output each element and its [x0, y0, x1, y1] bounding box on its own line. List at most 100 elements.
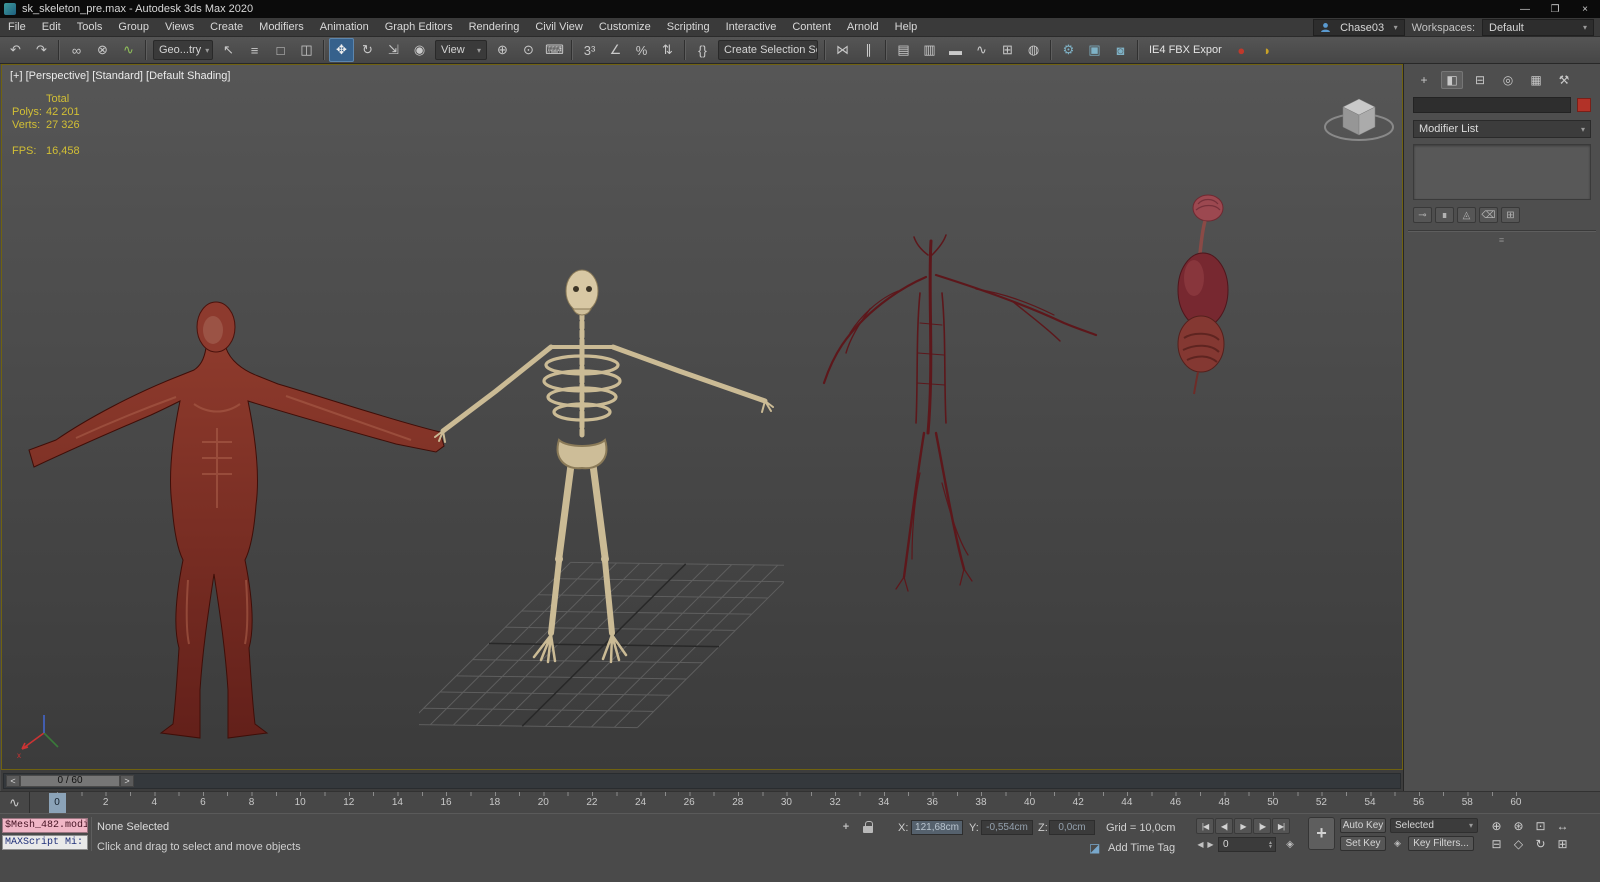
configure-modifier-sets-icon[interactable]: ⊞ — [1501, 207, 1520, 223]
restore-button[interactable]: ❐ — [1540, 0, 1570, 18]
tab-display[interactable]: ▦ — [1525, 71, 1547, 89]
modifier-list-dropdown[interactable]: Modifier List ▾ — [1413, 120, 1591, 138]
zoom-all-icon[interactable]: ⊛ — [1508, 817, 1529, 834]
modifier-stack[interactable] — [1413, 144, 1591, 200]
snaps-toggle-icon[interactable]: 3³ — [577, 38, 602, 62]
show-end-result-icon[interactable]: ∎ — [1435, 207, 1454, 223]
model-vascular-system[interactable] — [816, 233, 1106, 595]
menu-rendering[interactable]: Rendering — [461, 18, 528, 37]
redo-icon[interactable]: ↷ — [29, 38, 54, 62]
tab-modify[interactable]: ◧ — [1441, 71, 1463, 89]
schematic-view-icon[interactable]: ⊞ — [995, 38, 1020, 62]
workspace-dropdown[interactable]: Default ▾ — [1482, 19, 1594, 36]
model-muscle-figure[interactable] — [16, 300, 456, 745]
key-filters-button[interactable]: Key Filters... — [1408, 836, 1474, 851]
menu-modifiers[interactable]: Modifiers — [251, 18, 312, 37]
maxscript-listener-line2[interactable]: MAXScript Mi: — [2, 835, 88, 850]
previous-frame-button[interactable]: ◀| — [1215, 818, 1233, 834]
custom-script-icon[interactable]: ◗ — [1255, 38, 1280, 62]
key-step-forward-icon[interactable]: ▶ — [1206, 837, 1215, 852]
keyboard-override-icon[interactable]: ⌨ — [542, 38, 567, 62]
current-frame-field[interactable]: 0 ▲ ▼ — [1218, 837, 1276, 852]
menu-animation[interactable]: Animation — [312, 18, 377, 37]
maximize-viewport-icon[interactable]: ⊞ — [1552, 835, 1573, 852]
view-cube[interactable] — [1321, 85, 1397, 157]
zoom-extents-icon[interactable]: ⊡ — [1530, 817, 1551, 834]
next-frame-arrow[interactable]: > — [120, 774, 134, 787]
object-name-field[interactable] — [1413, 97, 1571, 113]
transform-gizmo-toggle-icon[interactable]: + — [837, 819, 855, 835]
close-button[interactable]: × — [1570, 0, 1600, 18]
select-and-move-icon[interactable]: ✥ — [329, 38, 354, 62]
play-button[interactable]: ▶ — [1234, 818, 1252, 834]
zoom-region-icon[interactable]: ⊟ — [1486, 835, 1507, 852]
perspective-viewport[interactable]: [+] [Perspective] [Standard] [Default Sh… — [1, 64, 1403, 770]
spinner-snap-icon[interactable]: ⇅ — [655, 38, 680, 62]
time-slider-track[interactable]: < 0 / 60 > — [3, 772, 1401, 789]
pin-stack-icon[interactable]: ⊸ — [1413, 207, 1432, 223]
unlink-selection-icon[interactable]: ⊗ — [90, 38, 115, 62]
angle-snap-icon[interactable]: ∠ — [603, 38, 628, 62]
maxscript-listener-line1[interactable]: $Mesh_482.modi: — [2, 818, 88, 833]
window-crossing-icon[interactable]: ◫ — [294, 38, 319, 62]
rectangular-selection-icon[interactable]: □ — [268, 38, 293, 62]
scene-explorer-icon[interactable]: ▤ — [891, 38, 916, 62]
ribbon-toggle-icon[interactable]: ▬ — [943, 38, 968, 62]
set-key-button[interactable]: Set Key — [1340, 836, 1386, 851]
undo-icon[interactable]: ↶ — [3, 38, 28, 62]
select-and-link-icon[interactable]: ∞ — [64, 38, 89, 62]
key-selection-dropdown[interactable]: Selected ▾ — [1390, 818, 1478, 833]
menu-civil-view[interactable]: Civil View — [527, 18, 590, 37]
viewport-label[interactable]: [+] [Perspective] [Standard] [Default Sh… — [10, 70, 230, 82]
previous-frame-arrow[interactable]: < — [6, 774, 20, 787]
bind-to-space-warp-icon[interactable]: ∿ — [116, 38, 141, 62]
reference-coordinate-dropdown[interactable]: View ▾ — [435, 40, 487, 60]
menu-tools[interactable]: Tools — [69, 18, 111, 37]
next-frame-button[interactable]: |▶ — [1253, 818, 1271, 834]
frame-spinner[interactable]: ▲ ▼ — [1268, 840, 1275, 849]
mirror-icon[interactable]: ⋈ — [830, 38, 855, 62]
user-account-dropdown[interactable]: Chase03 ▾ — [1312, 19, 1405, 36]
tab-motion[interactable]: ◎ — [1497, 71, 1519, 89]
tab-utilities[interactable]: ⚒ — [1553, 71, 1575, 89]
menu-scripting[interactable]: Scripting — [659, 18, 718, 37]
menu-customize[interactable]: Customize — [591, 18, 659, 37]
remove-modifier-icon[interactable]: ⌫ — [1479, 207, 1498, 223]
coord-x-field[interactable]: 121,68cm — [911, 820, 963, 835]
tab-create[interactable]: + — [1413, 71, 1435, 89]
align-icon[interactable]: ∥ — [856, 38, 881, 62]
pan-icon[interactable]: ↔ — [1552, 817, 1573, 834]
select-and-manipulate-icon[interactable]: ⊙ — [516, 38, 541, 62]
render-production-icon[interactable]: ◙ — [1108, 38, 1133, 62]
model-skeleton[interactable] — [431, 265, 781, 675]
tab-hierarchy[interactable]: ⊟ — [1469, 71, 1491, 89]
curve-editor-icon[interactable]: ∿ — [969, 38, 994, 62]
time-slider-handle[interactable]: < 0 / 60 > — [6, 774, 134, 787]
material-editor-icon[interactable]: ◍ — [1021, 38, 1046, 62]
menu-arnold[interactable]: Arnold — [839, 18, 887, 37]
select-and-scale-icon[interactable]: ⇲ — [381, 38, 406, 62]
key-mode-toggle-icon[interactable]: ◈ — [1282, 837, 1298, 852]
use-pivot-center-icon[interactable]: ⊕ — [490, 38, 515, 62]
selection-lock-toggle-icon[interactable] — [859, 819, 877, 835]
selection-filter-dropdown[interactable]: Geo...try ▾ — [153, 40, 213, 60]
select-and-rotate-icon[interactable]: ↻ — [355, 38, 380, 62]
menu-interactive[interactable]: Interactive — [718, 18, 785, 37]
select-by-name-icon[interactable]: ≡ — [242, 38, 267, 62]
layer-explorer-icon[interactable]: ▥ — [917, 38, 942, 62]
rendered-frame-icon[interactable]: ▣ — [1082, 38, 1107, 62]
track-bar-ruler[interactable]: 0 2 4 6 8 10 12 14 16 18 20 22 24 26 28 30 32 34 36 38 40 42 4… — [30, 792, 1600, 814]
make-unique-icon[interactable]: ◬ — [1457, 207, 1476, 223]
render-setup-icon[interactable]: ⚙ — [1056, 38, 1081, 62]
model-organs[interactable] — [1151, 192, 1246, 397]
zoom-icon[interactable]: ⊕ — [1486, 817, 1507, 834]
select-object-icon[interactable]: ↖ — [216, 38, 241, 62]
add-time-tag[interactable]: Add Time Tag — [1108, 842, 1175, 854]
menu-help[interactable]: Help — [887, 18, 926, 37]
minimize-button[interactable]: — — [1510, 0, 1540, 18]
menu-create[interactable]: Create — [202, 18, 251, 37]
mini-curve-editor-icon[interactable]: ∿ — [0, 792, 30, 814]
percent-snap-icon[interactable]: % — [629, 38, 654, 62]
time-slider-value[interactable]: 0 / 60 — [20, 774, 120, 787]
menu-group[interactable]: Group — [110, 18, 157, 37]
